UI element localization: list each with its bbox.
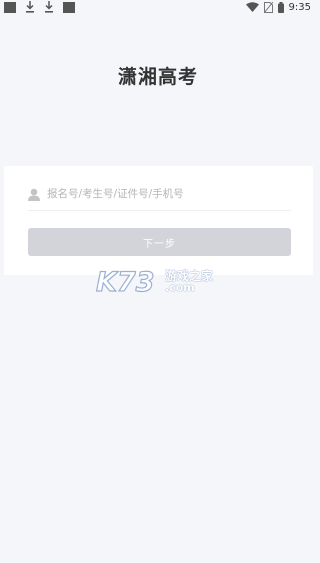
watermark-domain: .com [165,281,195,294]
next-step-button[interactable]: 下一步 [28,228,291,256]
battery-icon [277,1,284,13]
status-bar: 9:35 [0,0,316,14]
account-field-row[interactable] [28,178,291,211]
login-card: 下一步 [4,166,313,275]
status-bar-right: 9:35 [245,1,311,13]
status-time: 9:35 [288,1,311,13]
download-icon [45,1,53,13]
app-title: 潇湘高考 [117,66,198,88]
status-bar-left [4,1,75,13]
no-sim-icon [263,1,273,13]
download-icon [26,1,34,13]
account-input[interactable] [47,188,277,200]
user-icon [28,188,40,201]
notification-square-icon [4,1,16,13]
wifi-icon [245,2,259,12]
k73-logo-icon: K73 [95,266,155,296]
notification-square-icon [63,1,75,13]
watermark-logo-text: K73 [96,267,155,296]
watermark: K73 游戏之家 .com [95,266,225,298]
